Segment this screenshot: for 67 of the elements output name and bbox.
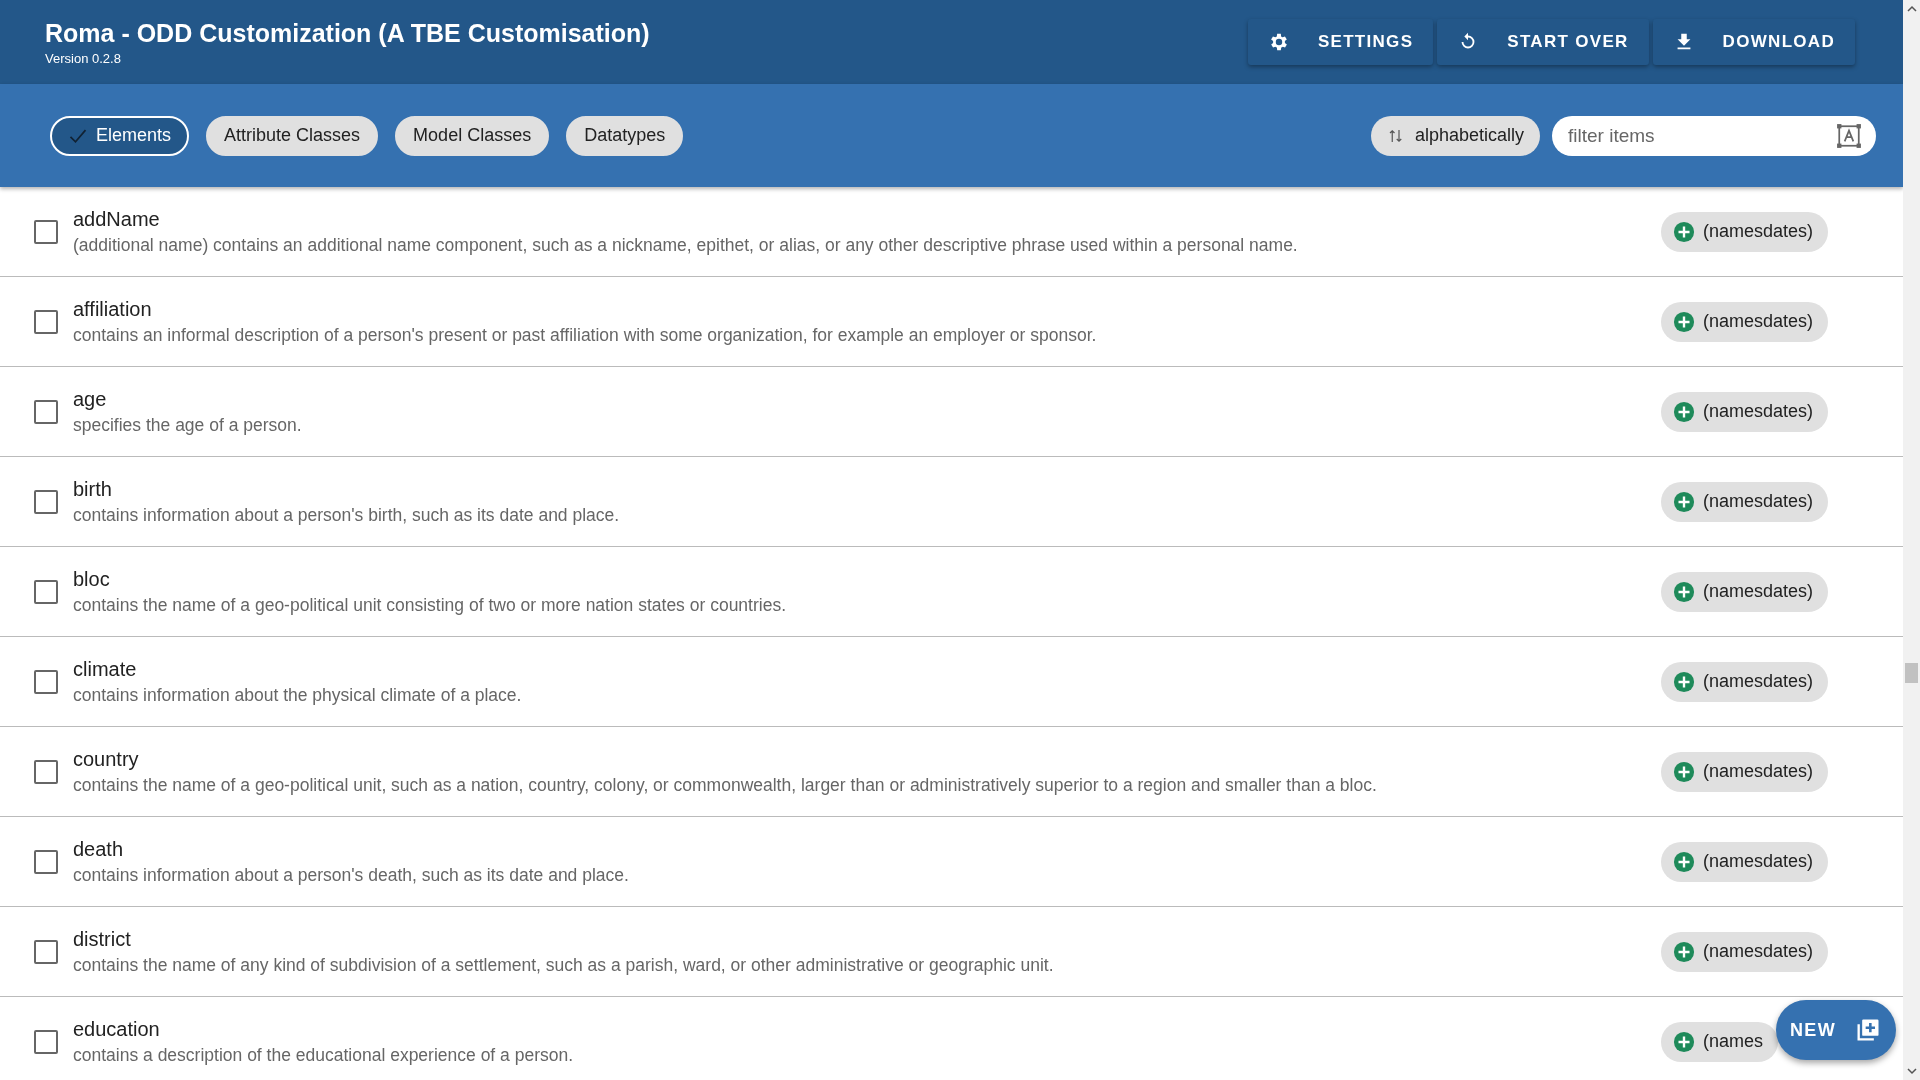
scroll-down-icon[interactable]: [1906, 1066, 1917, 1076]
settings-button[interactable]: SETTINGS: [1247, 19, 1434, 65]
plus-circle-icon: [1673, 220, 1695, 243]
element-description: contains information about a person's birth, such as its date and place.: [73, 504, 621, 526]
scrollbar-thumb[interactable]: [1905, 663, 1918, 683]
checkbox[interactable]: [34, 939, 58, 964]
element-name: birth: [73, 477, 113, 501]
element-description: (additional name) contains an additional name component, such as a nickname, epithet, or alias, or any other descriptive phrase used within a personal name.: [73, 234, 1299, 256]
element-description: contains a description of the educational experience of a person.: [73, 1044, 575, 1066]
text-box-icon: [1836, 122, 1862, 149]
plus-circle-icon: [1673, 580, 1695, 603]
filter-chip[interactable]: Model Classes: [395, 115, 550, 156]
checkbox[interactable]: [34, 849, 58, 874]
module-chip[interactable]: (namesdates): [1661, 481, 1829, 522]
checkbox[interactable]: [34, 399, 58, 424]
element-name: affiliation: [73, 297, 153, 321]
element-name: country: [73, 747, 140, 771]
element-name: district: [73, 927, 132, 951]
element-description: contains the name of a geo-political unit, such as a nation, country, colony, or commonwealth, larger than or administratively superior to a region and smaller than a bloc.: [73, 774, 1378, 796]
new-button[interactable]: NEW: [1776, 1000, 1896, 1060]
element-description: contains information about a person's death, such as its date and place.: [73, 864, 630, 886]
module-chip[interactable]: (namesdates): [1661, 751, 1829, 792]
search-field[interactable]: filter items: [1552, 115, 1876, 156]
version-label: Version 0.2.8: [45, 50, 122, 66]
element-name: education: [73, 1017, 161, 1041]
element-description: contains information about the physical climate of a place.: [73, 684, 523, 706]
checkbox[interactable]: [34, 669, 58, 694]
module-chip[interactable]: (namesdates): [1661, 661, 1829, 702]
sort-button[interactable]: alphabetically: [1370, 115, 1540, 156]
app-title: Roma - ODD Customization (A TBE Customisation): [45, 18, 650, 48]
download-button[interactable]: DOWNLOAD: [1652, 19, 1855, 65]
start-over-button[interactable]: START OVER: [1437, 19, 1649, 65]
filter-chip[interactable]: Elements: [50, 115, 190, 156]
filter-chip[interactable]: Datatypes: [566, 115, 684, 156]
element-name: age: [73, 387, 108, 411]
element-description: specifies the age of a person.: [73, 414, 303, 436]
checkbox[interactable]: [34, 1029, 58, 1054]
checkbox[interactable]: [34, 579, 58, 604]
plus-circle-icon: [1673, 670, 1695, 693]
element-description: contains the name of a geo-political unit consisting of two or more nation states or countries.: [73, 594, 788, 616]
scroll-up-icon[interactable]: [1906, 4, 1917, 14]
plus-circle-icon: [1673, 940, 1695, 963]
module-chip[interactable]: (names: [1661, 1021, 1779, 1062]
plus-circle-icon: [1673, 310, 1695, 333]
module-chip[interactable]: (namesdates): [1661, 841, 1829, 882]
filter-chip[interactable]: Attribute Classes: [206, 115, 379, 156]
element-name: climate: [73, 657, 138, 681]
module-chip[interactable]: (namesdates): [1661, 391, 1829, 432]
plus-circle-icon: [1673, 490, 1695, 513]
module-chip[interactable]: (namesdates): [1661, 211, 1829, 252]
checkbox[interactable]: [34, 309, 58, 334]
element-description: contains the name of any kind of subdivision of a settlement, such as a parish, ward, or other administrative or geographic unit.: [73, 954, 1055, 976]
scrollbar[interactable]: [1903, 0, 1920, 1080]
plus-circle-icon: [1673, 760, 1695, 783]
element-name: bloc: [73, 567, 111, 591]
element-name: death: [73, 837, 125, 861]
element-name: addName: [73, 207, 161, 231]
element-description: contains an informal description of a person's present or past affiliation with some organization, for example an employer or sponsor.: [73, 324, 1098, 346]
checkbox[interactable]: [34, 219, 58, 244]
plus-circle-icon: [1673, 400, 1695, 423]
plus-circle-icon: [1673, 1030, 1695, 1053]
plus-circle-icon: [1673, 850, 1695, 873]
checkbox[interactable]: [34, 489, 58, 514]
module-chip[interactable]: (namesdates): [1661, 301, 1829, 342]
module-chip[interactable]: (namesdates): [1661, 571, 1829, 612]
checkbox[interactable]: [34, 759, 58, 784]
module-chip[interactable]: (namesdates): [1661, 931, 1829, 972]
